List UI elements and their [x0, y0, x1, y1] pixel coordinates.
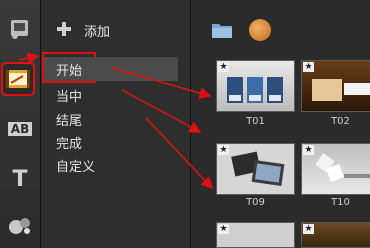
text-icon-glyph: T	[12, 166, 28, 192]
thumbnail-t10[interactable]: ★	[301, 143, 370, 195]
category-start[interactable]: 开始	[44, 57, 178, 81]
add-category-button[interactable]: 添加	[41, 0, 190, 44]
add-label: 添加	[84, 25, 111, 40]
category-custom[interactable]: 自定义	[56, 156, 95, 175]
clock-icon[interactable]	[249, 19, 271, 41]
thumbnail-row3-2[interactable]: ★	[301, 222, 370, 248]
left-rail: AB T	[0, 0, 41, 248]
thumbnail-t01-caption: T01	[246, 116, 265, 127]
category-middle-label: 当中	[56, 90, 83, 105]
star-icon: ★	[303, 62, 314, 72]
star-icon: ★	[218, 145, 229, 155]
thumbnail-t02[interactable]: ★	[301, 60, 370, 112]
thumbnail-t01[interactable]: ★	[216, 60, 295, 112]
ab-transition-icon[interactable]: AB	[6, 116, 34, 142]
category-panel: 添加 开始 当中 结尾 完成 自定义	[41, 0, 191, 248]
category-end[interactable]: 结尾	[56, 110, 82, 129]
category-finish[interactable]: 完成	[56, 133, 82, 152]
media-icon[interactable]	[6, 16, 34, 42]
thumbnail-t09[interactable]: ★	[216, 143, 295, 195]
category-custom-label: 自定义	[56, 160, 96, 175]
category-start-label: 开始	[56, 63, 83, 79]
star-icon: ★	[303, 224, 314, 234]
star-icon: ★	[218, 224, 229, 234]
folder-icon[interactable]	[212, 22, 232, 38]
category-end-label: 结尾	[56, 114, 83, 129]
thumbnail-t10-caption: T10	[331, 197, 350, 208]
thumbnail-t09-caption: T09	[246, 197, 265, 208]
text-icon[interactable]: T	[6, 166, 34, 192]
thumbnail-row3-1[interactable]: ★	[216, 222, 295, 248]
ab-transition-text: AB	[7, 122, 33, 136]
star-icon: ★	[303, 145, 314, 155]
category-middle[interactable]: 当中	[56, 86, 82, 105]
template-library: ★ T01 ★ T02 ★ T09 ★ T10 ★ ★	[191, 0, 370, 248]
category-finish-label: 完成	[56, 137, 83, 152]
effects-icon[interactable]	[6, 212, 34, 238]
plus-icon	[57, 22, 71, 36]
star-icon: ★	[218, 62, 229, 72]
thumbnail-t02-caption: T02	[331, 116, 350, 127]
title-template-icon[interactable]	[1, 62, 35, 96]
